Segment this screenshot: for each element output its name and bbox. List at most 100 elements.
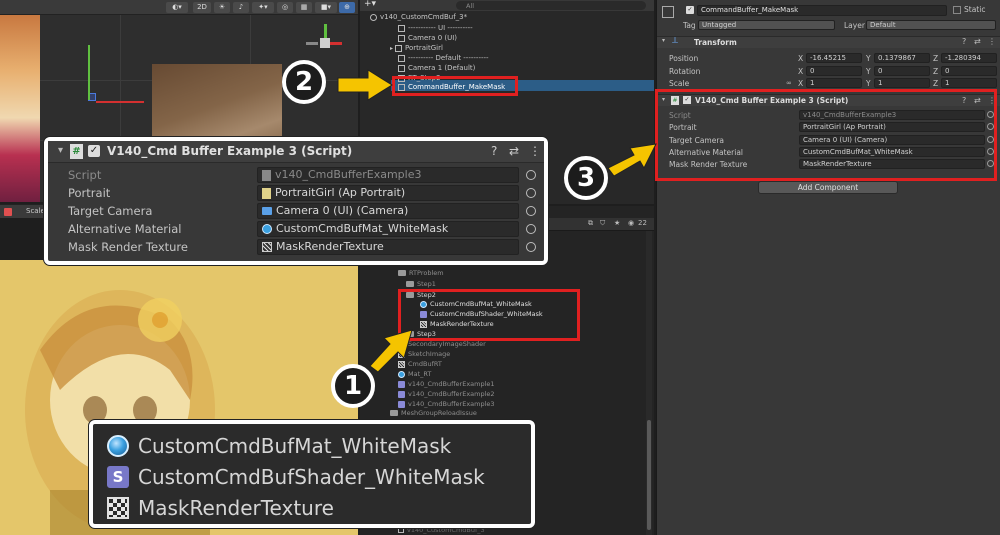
project-item[interactable]: MeshGroupReloadIssue xyxy=(390,408,477,418)
object-picker-icon[interactable] xyxy=(526,224,536,234)
target-camera-value: Camera 0 (UI) (Camera) xyxy=(276,204,409,217)
project-item-label: v140_CmdBufferExample2 xyxy=(408,390,495,398)
position-x-field[interactable]: -16.45215 xyxy=(806,53,862,63)
lighting-toggle-icon[interactable]: ☀ xyxy=(214,2,230,13)
mask-render-texture-value: MaskRenderTexture xyxy=(276,240,384,253)
audio-toggle-icon[interactable]: ♪ xyxy=(233,2,249,13)
scale-z-field[interactable]: 1 xyxy=(941,78,997,88)
zoomed-asset-shader[interactable]: S CustomCmdBufShader_WhiteMask xyxy=(107,465,485,489)
preset-icon[interactable]: ⇄ xyxy=(509,144,519,158)
gizmo-neg-x-cone[interactable] xyxy=(306,42,318,45)
object-picker-icon[interactable] xyxy=(526,206,536,216)
help-icon[interactable]: ? xyxy=(962,37,966,46)
object-name-field[interactable]: CommandBuffer_MakeMask xyxy=(697,5,947,16)
mask-render-texture-field[interactable]: MaskRenderTexture xyxy=(257,239,519,255)
material-sphere-icon xyxy=(262,224,272,234)
expand-arrow-icon[interactable]: ▸ xyxy=(390,45,393,52)
hierarchy-item[interactable]: ----------- UI ---------- xyxy=(398,23,473,33)
tag-value: Untagged xyxy=(702,21,737,29)
visibility-icon[interactable]: ◎ xyxy=(277,2,293,13)
tag-dropdown[interactable]: Untagged xyxy=(698,20,835,30)
gameobject-cube-icon xyxy=(662,6,674,18)
project-scrollbar-thumb[interactable] xyxy=(647,420,651,530)
hierarchy-item[interactable]: Camera 1 (Default) xyxy=(398,63,475,73)
hierarchy-search-input[interactable]: All xyxy=(456,1,646,10)
2d-toggle-button[interactable]: 2D xyxy=(193,2,211,13)
project-item[interactable]: v140_CmdBufferExample2 xyxy=(398,389,495,399)
layer-value: Default xyxy=(870,21,896,29)
project-item[interactable]: RTProblem xyxy=(398,268,444,278)
arrow-to-inspector-icon xyxy=(607,143,657,177)
zoomed-asset-rendertexture[interactable]: MaskRenderTexture xyxy=(107,496,334,520)
position-y-field[interactable]: 0.1379867 xyxy=(874,53,930,63)
gizmos-dropdown-icon[interactable]: ⊕ xyxy=(339,2,355,13)
scale-label[interactable]: Scale xyxy=(26,207,45,215)
effects-dropdown-icon[interactable]: ✦▾ xyxy=(252,2,274,13)
search-by-type-icon[interactable]: ⧉ xyxy=(588,219,593,228)
target-camera-field[interactable]: Camera 0 (UI) (Camera) xyxy=(257,203,519,219)
gizmo-center-cube[interactable] xyxy=(320,38,330,48)
gameobject-cube-icon xyxy=(398,34,405,42)
foldout-arrow-icon[interactable]: ▾ xyxy=(58,145,63,156)
scale-y-field[interactable]: 1 xyxy=(874,78,930,88)
favorite-icon[interactable]: ★ xyxy=(614,219,620,227)
shading-mode-button[interactable]: ◐▾ xyxy=(166,2,188,13)
alternative-material-field[interactable]: CustomCmdBufMat_WhiteMask xyxy=(257,221,519,237)
constrain-proportions-icon[interactable]: ∞ xyxy=(786,79,792,87)
scene-grid-icon[interactable]: ▦ xyxy=(296,2,312,13)
project-item-label: Step1 xyxy=(417,280,436,288)
scale-x-field[interactable]: 1 xyxy=(806,78,862,88)
search-by-label-icon[interactable]: ⛉ xyxy=(600,219,605,228)
hierarchy-item[interactable]: ---------- Default ---------- xyxy=(398,53,489,63)
position-z-field[interactable]: -1.280394 xyxy=(941,53,997,63)
folder-icon xyxy=(398,270,406,276)
render-texture-icon xyxy=(107,497,129,519)
rotation-y-field[interactable]: 0 xyxy=(874,66,930,76)
foldout-arrow-icon[interactable]: ▾ xyxy=(662,37,665,44)
axis-x-label: X xyxy=(798,67,804,76)
gizmo-y-cone[interactable] xyxy=(324,24,327,38)
hierarchy-item[interactable]: ▸ PortraitGirl xyxy=(390,43,443,53)
arrow-to-hierarchy-icon xyxy=(337,69,393,101)
project-item[interactable]: Step1 xyxy=(406,279,436,289)
add-component-button[interactable]: Add Component xyxy=(758,181,898,194)
visibility-toggle-icon[interactable]: ◉ xyxy=(628,219,634,227)
hierarchy-item[interactable]: Camera 0 (UI) xyxy=(398,33,457,43)
move-gizmo-y-axis[interactable] xyxy=(88,45,90,100)
zoomed-asset-material[interactable]: CustomCmdBufMat_WhiteMask xyxy=(107,434,451,458)
object-picker-icon[interactable] xyxy=(526,170,536,180)
static-label: Static xyxy=(964,5,986,14)
layer-dropdown[interactable]: Default xyxy=(866,20,996,30)
create-plus-icon[interactable]: +▾ xyxy=(364,0,376,9)
script-icon xyxy=(398,400,405,408)
hierarchy-item-scene[interactable]: v140_CustomCmdBuf_3* xyxy=(370,12,467,22)
callout-badge-1: 1 xyxy=(331,364,375,408)
kebab-menu-icon[interactable]: ⋮ xyxy=(988,37,996,46)
transform-icon: ⟂ xyxy=(672,36,679,46)
hierarchy-item-label: Camera 0 (UI) xyxy=(408,34,458,42)
rotation-z-field[interactable]: 0 xyxy=(941,66,997,76)
script-file-icon: # xyxy=(70,144,83,159)
project-item[interactable]: v140_CmdBufferExample1 xyxy=(398,379,495,389)
kebab-menu-icon[interactable]: ⋮ xyxy=(529,144,541,158)
gameobject-cube-icon xyxy=(398,24,405,32)
scene-icon xyxy=(370,13,377,21)
move-gizmo-x-axis[interactable] xyxy=(96,101,144,103)
help-icon[interactable]: ? xyxy=(491,144,497,158)
rotation-x-field[interactable]: 0 xyxy=(806,66,862,76)
gizmo-x-cone[interactable] xyxy=(330,42,342,45)
camera-dropdown-icon[interactable]: ■▾ xyxy=(315,2,337,13)
portrait-field[interactable]: PortraitGirl (Ap Portrait) xyxy=(257,185,519,201)
preset-icon[interactable]: ⇄ xyxy=(974,37,981,46)
zoomed-project-assets: CustomCmdBufMat_WhiteMask S CustomCmdBuf… xyxy=(89,420,535,528)
portrait-label: Portrait xyxy=(68,186,111,200)
highlight-hierarchy-item xyxy=(392,76,518,96)
active-checkbox[interactable]: ✓ xyxy=(686,6,694,14)
object-picker-icon[interactable] xyxy=(526,242,536,252)
static-checkbox[interactable] xyxy=(953,6,961,14)
project-item-label: MeshGroupReloadIssue xyxy=(401,409,477,417)
object-picker-icon[interactable] xyxy=(526,188,536,198)
alternative-material-label: Alternative Material xyxy=(68,222,182,236)
component-enabled-checkbox[interactable]: ✓ xyxy=(88,145,100,157)
display-indicator-icon xyxy=(4,208,12,216)
